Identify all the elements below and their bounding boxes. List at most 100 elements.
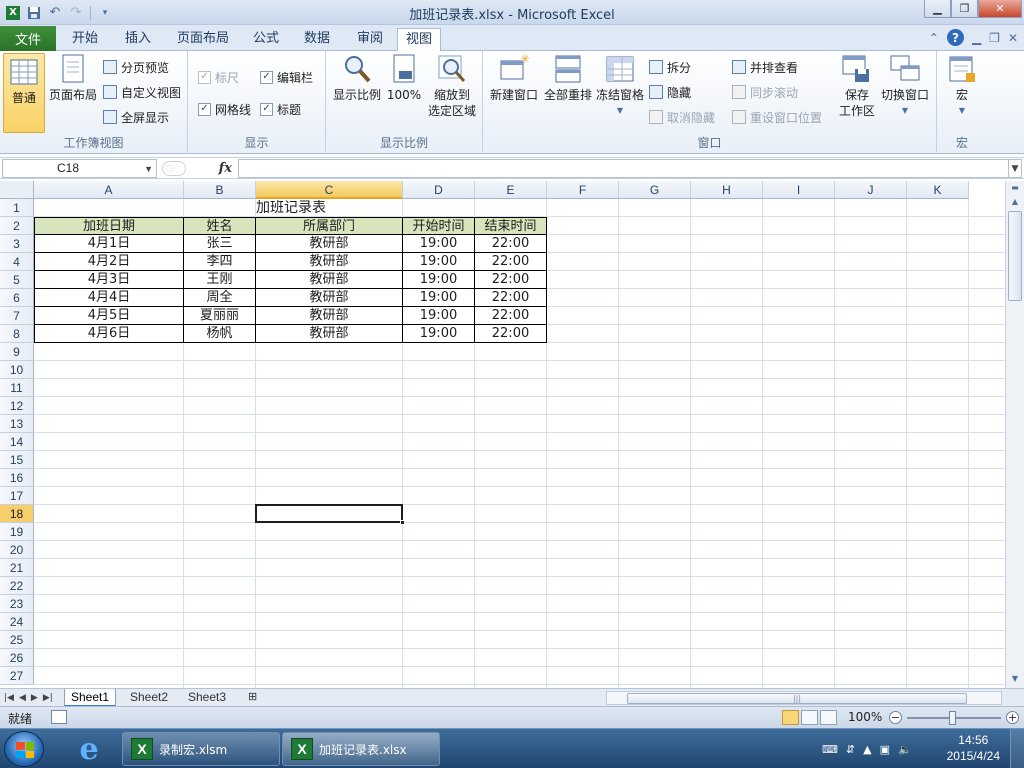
table-cell[interactable]: 李四: [183, 252, 256, 271]
start-button[interactable]: [4, 731, 44, 767]
macro-record-icon[interactable]: [51, 710, 67, 724]
full-screen-button[interactable]: 全屏显示: [103, 107, 169, 127]
row-header-12[interactable]: 12: [0, 397, 34, 415]
table-cell[interactable]: 19:00: [402, 234, 475, 253]
split-button[interactable]: 拆分: [649, 57, 691, 77]
table-header-cell[interactable]: 加班日期: [34, 217, 184, 235]
zoom-level[interactable]: 100%: [848, 710, 882, 724]
column-header-a[interactable]: A: [34, 181, 184, 199]
worksheet-grid[interactable]: ABCDEFGHIJK 1 2 3 4 5 6 7 8 9 10 11 12 13 14 15 16 17 18 1…: [0, 181, 1005, 688]
column-header-k[interactable]: K: [907, 181, 969, 199]
row-header-6[interactable]: 6: [0, 289, 34, 307]
name-box-dropdown-icon[interactable]: ▼: [144, 161, 153, 178]
zoom-out-icon[interactable]: −: [889, 711, 902, 724]
vertical-scrollbar[interactable]: ▬ ▲ ▼: [1005, 181, 1024, 688]
side-by-side-button[interactable]: 并排查看: [732, 57, 798, 77]
reset-window-position-button[interactable]: 重设窗口位置: [732, 107, 822, 127]
row-header-27[interactable]: 27: [0, 667, 34, 685]
formula-input[interactable]: [238, 159, 1008, 178]
zoom-100-button[interactable]: 100%: [386, 53, 422, 103]
first-sheet-icon[interactable]: |◀: [4, 690, 14, 706]
cell-area[interactable]: 加班记录表 加班日期 姓名 所属部门 开始时间 结束时间 4月1日 张三 教研部 19:00 22…: [34, 199, 1005, 688]
arrange-all-button[interactable]: 全部重排: [543, 53, 593, 103]
row-header-23[interactable]: 23: [0, 595, 34, 613]
close-button[interactable]: ✕: [978, 0, 1022, 18]
formula-bar-checkbox[interactable]: ✓ 编辑栏: [260, 67, 313, 87]
tab-data[interactable]: 数据: [296, 28, 338, 51]
table-cell[interactable]: 教研部: [255, 234, 403, 253]
unhide-button[interactable]: 取消隐藏: [649, 107, 715, 127]
table-cell[interactable]: 教研部: [255, 270, 403, 289]
column-header-g[interactable]: G: [619, 181, 691, 199]
save-workspace-button[interactable]: 保存 工作区: [835, 53, 879, 119]
active-cell-c18[interactable]: [255, 504, 405, 525]
table-cell[interactable]: 4月1日: [34, 234, 184, 253]
table-cell[interactable]: 张三: [183, 234, 256, 253]
table-cell[interactable]: 22:00: [474, 306, 547, 325]
workbook-restore-icon[interactable]: ❐: [989, 31, 1000, 45]
table-header-cell[interactable]: 所属部门: [255, 217, 403, 235]
select-all-corner[interactable]: [0, 181, 34, 199]
table-cell[interactable]: 教研部: [255, 306, 403, 325]
next-sheet-icon[interactable]: ▶: [31, 690, 38, 706]
ruler-checkbox[interactable]: ✓ 标尺: [198, 67, 239, 87]
zoom-knob[interactable]: [949, 711, 956, 725]
table-header-cell[interactable]: 结束时间: [474, 217, 547, 235]
row-header-16[interactable]: 16: [0, 469, 34, 487]
row-header-2[interactable]: 2: [0, 217, 34, 235]
column-header-d[interactable]: D: [403, 181, 475, 199]
minimize-button[interactable]: ▁: [924, 0, 951, 18]
sheet-tab-3[interactable]: Sheet3: [182, 689, 232, 707]
table-cell[interactable]: 杨帆: [183, 324, 256, 343]
language-icon[interactable]: ⇵: [846, 743, 855, 756]
row-header-15[interactable]: 15: [0, 451, 34, 469]
internet-explorer-icon[interactable]: e: [68, 731, 110, 767]
row-header-5[interactable]: 5: [0, 271, 34, 289]
row-header-25[interactable]: 25: [0, 631, 34, 649]
fill-handle[interactable]: [400, 520, 405, 525]
horizontal-scroll-thumb[interactable]: |||: [627, 693, 967, 704]
horizontal-scrollbar[interactable]: |||: [606, 691, 1002, 705]
tab-insert[interactable]: 插入: [117, 28, 159, 51]
table-cell[interactable]: 4月4日: [34, 288, 184, 307]
table-cell[interactable]: 王刚: [183, 270, 256, 289]
table-cell[interactable]: 19:00: [402, 306, 475, 325]
tab-review[interactable]: 审阅: [349, 28, 391, 51]
network-icon[interactable]: ▣: [880, 743, 890, 756]
scroll-down-icon[interactable]: ▼: [1008, 672, 1022, 686]
table-cell[interactable]: 4月3日: [34, 270, 184, 289]
zoom-slider[interactable]: − +: [889, 711, 1019, 725]
page-break-shortcut-icon[interactable]: [820, 710, 837, 725]
table-cell[interactable]: 22:00: [474, 288, 547, 307]
vertical-scroll-thumb[interactable]: [1008, 211, 1022, 301]
table-cell[interactable]: 22:00: [474, 252, 547, 271]
scroll-up-icon[interactable]: ▲: [1008, 195, 1022, 209]
switch-windows-button[interactable]: 切换窗口 ▼: [879, 53, 931, 119]
table-cell[interactable]: 夏丽丽: [183, 306, 256, 325]
row-header-7[interactable]: 7: [0, 307, 34, 325]
row-header-4[interactable]: 4: [0, 253, 34, 271]
insert-sheet-icon[interactable]: ⊞: [242, 689, 263, 707]
row-header-24[interactable]: 24: [0, 613, 34, 631]
table-cell[interactable]: 4月2日: [34, 252, 184, 271]
row-header-8[interactable]: 8: [0, 325, 34, 343]
hide-button[interactable]: 隐藏: [649, 82, 691, 102]
sheet-tab-2[interactable]: Sheet2: [124, 689, 174, 707]
clock[interactable]: 14:56 2015/4/24: [947, 732, 1000, 764]
expand-formula-bar-icon[interactable]: ▼: [1008, 159, 1022, 178]
minimize-ribbon-icon[interactable]: ⌃: [929, 31, 939, 45]
table-header-cell[interactable]: 姓名: [183, 217, 256, 235]
page-break-preview-button[interactable]: 分页预览: [103, 57, 169, 77]
show-desktop-button[interactable]: [1010, 729, 1024, 768]
column-header-j[interactable]: J: [835, 181, 907, 199]
normal-view-button[interactable]: 普通: [3, 53, 45, 133]
row-header-22[interactable]: 22: [0, 577, 34, 595]
sheet-tab-1[interactable]: Sheet1: [64, 689, 117, 707]
name-box[interactable]: C18 ▼: [2, 159, 157, 178]
custom-views-button[interactable]: 自定义视图: [103, 82, 181, 102]
freeze-panes-button[interactable]: 冻结窗格 ▼: [595, 53, 645, 119]
restore-button[interactable]: ❐: [951, 0, 978, 18]
column-header-b[interactable]: B: [184, 181, 256, 199]
table-title[interactable]: 加班记录表: [34, 199, 548, 217]
row-header-19[interactable]: 19: [0, 523, 34, 541]
